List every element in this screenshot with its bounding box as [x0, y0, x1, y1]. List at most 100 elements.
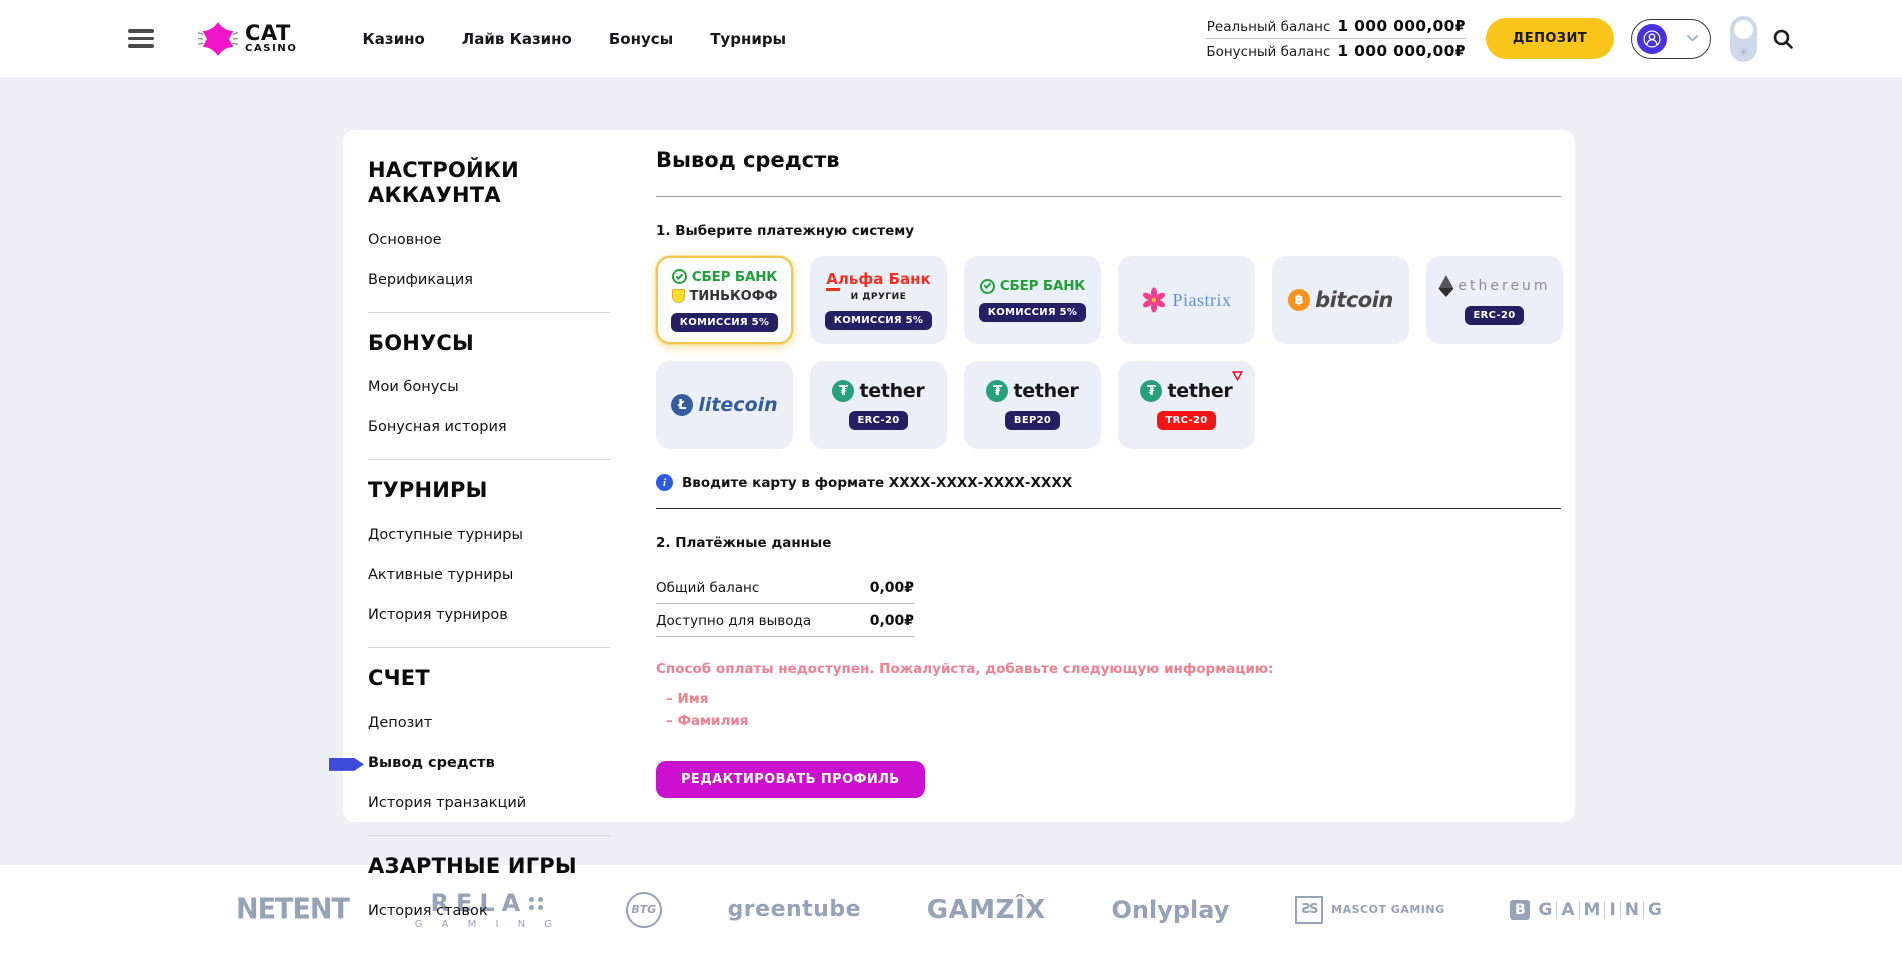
payment-method-label: litecoin [698, 394, 777, 416]
payment-methods-grid: СБЕР БАНКТИНЬКОФФКОМИССИЯ 5% Альфа Банк И … [656, 256, 1561, 449]
balance-value: 1 000 000,00₽ [1337, 42, 1465, 60]
info-icon: i [656, 474, 673, 491]
balance-rows: Общий баланс0,00₽ Доступно для вывода 0,00… [656, 571, 914, 637]
provider-logo-greentube: greentube [728, 897, 861, 922]
commission-badge: ERC-20 [849, 411, 909, 430]
user-icon [1643, 30, 1661, 48]
balance-row-label: Доступно для вывода [656, 613, 811, 629]
payment-method-tether-trc20[interactable]: ₮tetherTRC-20 [1118, 361, 1255, 449]
commission-badge: TRC-20 [1157, 411, 1217, 430]
withdrawal-content: Вывод средств 1. Выберите платежную сист… [656, 130, 1561, 822]
sidebar-divider [368, 459, 610, 460]
info-text: Вводите карту в формате ХХХХ-ХХХХ-ХХХХ-Х… [682, 475, 1072, 491]
sidebar-section-title: ТУРНИРЫ [368, 478, 598, 503]
theme-toggle[interactable]: ☀ [1730, 16, 1757, 62]
sidebar-item[interactable]: Верификация [368, 272, 632, 288]
cat-casino-logo[interactable]: CAT CASINO [198, 21, 297, 57]
nav-item-3[interactable]: Турниры [710, 30, 786, 48]
sidebar-item[interactable]: История турниров [368, 607, 632, 623]
sidebar-item[interactable]: Доступные турниры [368, 527, 632, 543]
sidebar-item[interactable]: Активные турниры [368, 567, 632, 583]
payment-method-alfa-bank[interactable]: Альфа БанкИ ДРУГИЕКОМИССИЯ 5% [810, 256, 947, 344]
sidebar-section-title: НАСТРОЙКИ АККАУНТА [368, 158, 598, 208]
sidebar-section-title: АЗАРТНЫЕ ИГРЫ [368, 854, 598, 879]
sidebar-item[interactable]: Бонусная история [368, 419, 632, 435]
provider-logo-bgaming: BGAMING [1510, 900, 1666, 920]
payment-method-label: СБЕР БАНК [1000, 278, 1085, 294]
tinkoff-shield-icon [672, 289, 685, 303]
sun-icon: ☀ [1730, 46, 1757, 59]
account-sidebar: НАСТРОЙКИ АККАУНТА Основное Верификация БОН… [343, 130, 632, 822]
provider-logo-onlyplay: Onlyplay [1112, 896, 1230, 924]
sber-check-icon [980, 279, 995, 294]
sidebar-item[interactable]: История ставок [368, 903, 632, 919]
top-header: CAT CASINO Казино Лайв Казино Бонусы Турнир… [0, 0, 1902, 77]
payment-method-ethereum[interactable]: ethereum ERC-20 [1426, 256, 1563, 344]
search-icon [1772, 28, 1794, 50]
sidebar-item[interactable]: Депозит [368, 715, 632, 731]
tether-icon: ₮ [832, 380, 854, 402]
tether-icon: ₮ [986, 380, 1008, 402]
edit-profile-button[interactable]: РЕДАКТИРОВАТЬ ПРОФИЛЬ [656, 761, 925, 798]
balance-label: Бонусный баланс [1206, 44, 1330, 60]
nav-item-0[interactable]: Казино [362, 30, 424, 48]
payment-method-sber-bank[interactable]: СБЕР БАНККОМИССИЯ 5% [964, 256, 1101, 344]
hamburger-menu-icon[interactable] [128, 29, 154, 48]
sidebar-divider [368, 647, 610, 648]
sidebar-item[interactable]: Вывод средств [368, 755, 632, 771]
sidebar-divider [368, 835, 610, 836]
provider-logo-mascot: ƧSMASCOT GAMING [1295, 896, 1444, 924]
payment-method-label: tether [1167, 380, 1232, 402]
logo-text-cat: CAT [245, 23, 297, 44]
chevron-down-icon [1687, 35, 1698, 42]
payment-method-tether-erc20[interactable]: ₮tetherERC-20 [810, 361, 947, 449]
sidebar-divider [368, 312, 610, 313]
step1-label: 1. Выберите платежную систему [656, 223, 1561, 239]
payment-method-litecoin[interactable]: Łlitecoin [656, 361, 793, 449]
active-item-arrow-icon [329, 758, 364, 771]
providers-footer: NETENTRELAG A M I N GBTGgreentubeGAMZÎXO… [0, 865, 1902, 954]
deposit-button[interactable]: ДЕПОЗИТ [1486, 18, 1614, 59]
search-button[interactable] [1772, 28, 1794, 50]
payment-method-label: ethereum [1458, 278, 1550, 294]
toggle-knob [1734, 20, 1753, 39]
nav-item-1[interactable]: Лайв Казино [462, 30, 572, 48]
balance-row: Доступно для вывода 0,00₽ [656, 604, 914, 637]
title-divider [656, 196, 1561, 197]
ethereum-icon [1438, 275, 1453, 297]
balance-row-label: Общий баланс [656, 580, 759, 596]
balance-row-value: 0,00₽ [870, 613, 914, 629]
account-menu[interactable] [1631, 19, 1711, 59]
payment-method-label: Piastrix [1172, 290, 1231, 311]
logo-text-casino: CASINO [245, 44, 297, 54]
cat-logo-icon [198, 21, 238, 57]
missing-field: Имя [666, 691, 1561, 707]
nav-item-2[interactable]: Бонусы [609, 30, 673, 48]
payment-method-label: Альфа Банк [826, 270, 930, 288]
payment-method-tether-bep20[interactable]: ₮tetherBEP20 [964, 361, 1101, 449]
payment-method-label: bitcoin [1315, 288, 1393, 312]
sidebar-item[interactable]: Основное [368, 232, 632, 248]
missing-fields: Имя Фамилия [656, 691, 1561, 729]
payment-method-label: И ДРУГИЕ [851, 292, 907, 302]
page-title: Вывод средств [656, 148, 1561, 172]
litecoin-icon: Ł [671, 394, 693, 416]
balance-value: 1 000 000,00₽ [1337, 17, 1465, 35]
payment-method-piastrix[interactable]: Piastrix [1118, 256, 1255, 344]
balance-row: Общий баланс0,00₽ [656, 571, 914, 604]
payment-method-sber-tinkoff[interactable]: СБЕР БАНКТИНЬКОФФКОМИССИЯ 5% [656, 256, 793, 344]
payment-method-bitcoin[interactable]: ฿bitcoin [1272, 256, 1409, 344]
commission-badge: BEP20 [1005, 411, 1060, 430]
mascot-icon: ƧS [1295, 896, 1323, 924]
header-balance-row: Реальный баланс1 000 000,00₽ [1206, 14, 1466, 39]
header-balance-row: Бонусный баланс 1 000 000,00₽ [1206, 39, 1466, 63]
missing-field: Фамилия [666, 713, 1561, 729]
tron-icon [1232, 371, 1243, 381]
sidebar-section-title: БОНУСЫ [368, 331, 598, 356]
sidebar-item[interactable]: История транзакций [368, 795, 632, 811]
payment-method-label: СБЕР БАНК [692, 269, 777, 285]
commission-badge: ERC-20 [1465, 306, 1525, 325]
sidebar-item[interactable]: Мои бонусы [368, 379, 632, 395]
sber-check-icon [672, 269, 687, 284]
provider-logo-netent: NETENT [236, 893, 349, 926]
